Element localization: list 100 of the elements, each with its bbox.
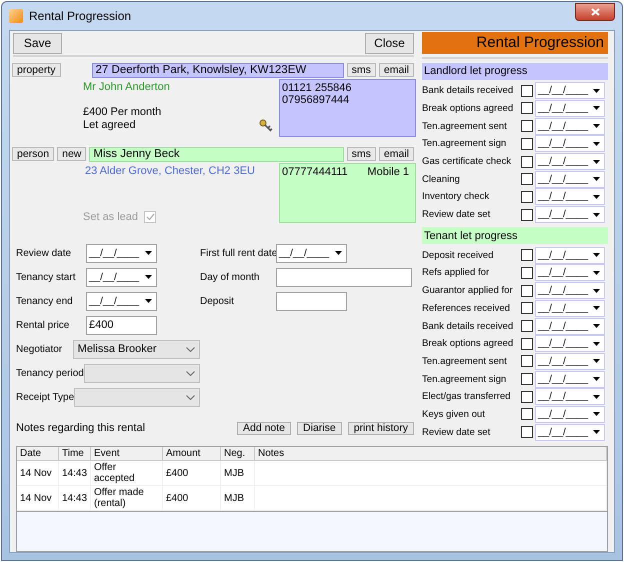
date-field[interactable]: __/__/____ [535,100,605,117]
checkbox[interactable] [521,426,533,438]
diarise-button[interactable]: Diarise [297,422,342,434]
add-note-button[interactable]: Add note [236,422,292,434]
chevron-down-icon [186,394,195,400]
date-field[interactable]: __/__/____ [535,370,605,388]
checkbox[interactable] [521,266,533,279]
date-field[interactable]: __/__/____ [535,352,605,370]
date-field[interactable]: __/__/____ [535,264,605,282]
new-button[interactable]: new [57,147,86,162]
checkbox[interactable] [521,284,533,297]
checkbox[interactable] [521,249,533,262]
dropdown-arrow-icon [593,142,600,146]
date-field[interactable]: __/__/____ [535,170,605,188]
email-button[interactable]: email [378,63,414,78]
date-field[interactable]: __/__/____ [535,118,605,135]
date-field[interactable]: __/__/____ [86,268,157,287]
window-title: Rental Progression [29,8,132,23]
text-field[interactable] [276,268,412,287]
progress-label: Ten.agreement sent [422,356,508,367]
dropdown-arrow-icon [593,124,600,128]
progress-label: Ten.agreement sign [422,138,508,150]
checkbox[interactable] [521,156,533,168]
date-field[interactable]: __/__/____ [535,153,605,170]
dropdown-arrow-icon [593,160,600,164]
date-field[interactable]: __/__/____ [535,82,605,100]
dropdown-field[interactable] [84,364,200,383]
address-field[interactable]: 27 Deerforth Park, Knowlsley, KW123EW [92,62,344,78]
dropdown-field[interactable]: Melissa Brooker [72,340,200,359]
progress-label: Break options agreed [422,338,514,350]
checkbox[interactable] [521,190,533,203]
checkbox[interactable] [521,102,533,114]
person-button[interactable]: person [12,147,54,162]
checkbox[interactable] [521,173,533,186]
save-button[interactable]: Save [13,32,62,54]
close-icon [590,8,600,16]
checkbox[interactable] [521,320,533,332]
date-field[interactable]: __/__/____ [535,388,605,406]
checkbox[interactable] [521,208,533,221]
app-icon [9,8,23,23]
date-field[interactable]: __/__/____ [535,135,605,152]
date-field[interactable]: __/__/____ [276,244,347,263]
dropdown-arrow-icon [145,251,152,256]
column-header[interactable]: Date [17,447,59,461]
property-button[interactable]: property [12,63,61,78]
dropdown-arrow-icon [593,412,600,416]
progress-label: Gas certificate check [422,156,512,168]
table-cell: 14 Nov [17,461,59,486]
column-header[interactable]: Notes [255,447,607,461]
progress-label: References received [422,302,511,314]
checkbox[interactable] [521,138,533,150]
checkbox[interactable] [521,355,533,368]
close-window-button[interactable] [575,2,615,21]
progress-label: Keys given out [422,408,486,420]
field-label: Negotiator [16,344,64,355]
date-field[interactable]: __/__/____ [535,318,605,335]
dropdown-arrow-icon [593,177,600,182]
person-name-field[interactable]: Miss Jenny Beck [89,146,344,162]
column-header[interactable]: Amount [163,447,221,461]
date-field[interactable]: __/__/____ [535,335,605,352]
field-label: Tenancy period [16,368,84,379]
checkbox[interactable] [521,302,533,314]
sms-button[interactable]: sms [346,147,376,162]
checkbox[interactable] [521,408,533,420]
date-field[interactable]: __/__/____ [86,292,157,311]
text-field[interactable] [276,292,347,311]
date-field[interactable]: __/__/____ [535,300,605,317]
dropdown-arrow-icon [593,270,600,275]
field-label: Receipt Type [16,392,74,403]
dropdown-arrow-icon [335,251,342,256]
date-field[interactable]: __/__/____ [535,424,605,441]
close-button[interactable]: Close [365,32,414,54]
progress-label: Elect/gas transferred [422,391,512,402]
column-header[interactable]: Time [59,447,91,461]
table-cell: MJB [221,486,255,511]
dropdown-arrow-icon [145,299,152,304]
date-field[interactable]: __/__/____ [86,244,157,263]
checkbox[interactable] [521,120,533,132]
dropdown-arrow-icon [593,359,600,364]
email-button[interactable]: email [378,147,414,162]
checkbox[interactable] [521,84,533,97]
text-field[interactable]: £400 [86,316,157,335]
print-history-button[interactable]: print history [348,422,414,434]
date-field[interactable]: __/__/____ [535,282,605,300]
checkbox[interactable] [521,390,533,403]
keys-icon [259,118,273,133]
date-field[interactable]: __/__/____ [535,206,605,224]
section-header: Tenant let progress [422,227,608,244]
table-cell: 14 Nov [17,486,59,511]
date-field[interactable]: __/__/____ [535,246,605,264]
date-field[interactable]: __/__/____ [535,188,605,206]
checkbox[interactable] [521,373,533,386]
column-header[interactable]: Neg. [221,447,255,461]
progress-label: Deposit received [422,250,494,261]
sms-button[interactable]: sms [346,63,376,78]
date-field[interactable]: __/__/____ [535,406,605,423]
progress-label: Review date set [422,209,492,220]
checkbox[interactable] [521,338,533,350]
column-header[interactable]: Event [91,447,163,461]
dropdown-field[interactable] [74,388,200,407]
